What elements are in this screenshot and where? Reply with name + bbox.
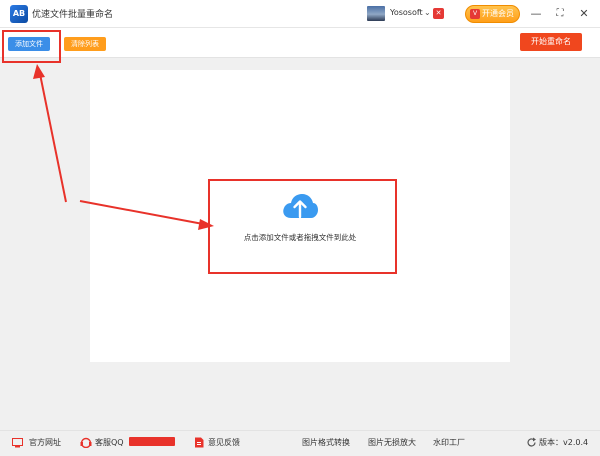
close-button[interactable]: ✕ — [576, 6, 592, 22]
minimize-button[interactable]: — — [528, 6, 544, 22]
user-avatar[interactable] — [367, 6, 385, 21]
monitor-icon — [12, 438, 23, 448]
annotation-arrowhead-up — [33, 64, 45, 79]
version-label: 版本：v2.0.4 — [539, 438, 589, 447]
crown-icon: V — [470, 9, 480, 19]
official-website-link[interactable]: 官方网址 — [29, 437, 61, 448]
clear-list-button[interactable]: 清除列表 — [64, 37, 106, 51]
title-bar: AB 优速文件批量重命名 Yososoft ⌄ ✕ V 开通会员 — ⛶ ✕ — [0, 0, 600, 28]
annotation-box-drop-zone — [208, 179, 397, 274]
username[interactable]: Yososoft — [390, 8, 423, 17]
vip-button[interactable]: V 开通会员 — [465, 5, 520, 23]
start-rename-button[interactable]: 开始重命名 — [520, 33, 582, 51]
crown-icon: ✕ — [433, 8, 444, 19]
chevron-down-icon[interactable]: ⌄ — [424, 8, 431, 17]
feedback-link[interactable]: 意见反馈 — [208, 437, 240, 448]
vip-label: 开通会员 — [482, 9, 514, 18]
app-title: 优速文件批量重命名 — [32, 10, 114, 20]
watermark-factory-link[interactable]: 水印工厂 — [433, 437, 465, 448]
headset-icon — [80, 437, 92, 448]
maximize-button[interactable]: ⛶ — [552, 6, 568, 22]
redacted-qq-number — [129, 437, 175, 446]
image-format-convert-link[interactable]: 图片格式转换 — [302, 437, 350, 448]
feedback-doc-icon — [195, 437, 204, 448]
toolbar: 添加文件 清除列表 — [0, 28, 600, 58]
support-qq-link[interactable]: 客服QQ — [95, 437, 124, 448]
image-lossless-zoom-link[interactable]: 图片无损放大 — [368, 437, 416, 448]
annotation-box-add-files — [2, 30, 61, 63]
annotation-arrow-up — [39, 73, 67, 203]
refresh-icon[interactable] — [526, 437, 537, 448]
app-logo-icon: AB — [10, 5, 28, 23]
